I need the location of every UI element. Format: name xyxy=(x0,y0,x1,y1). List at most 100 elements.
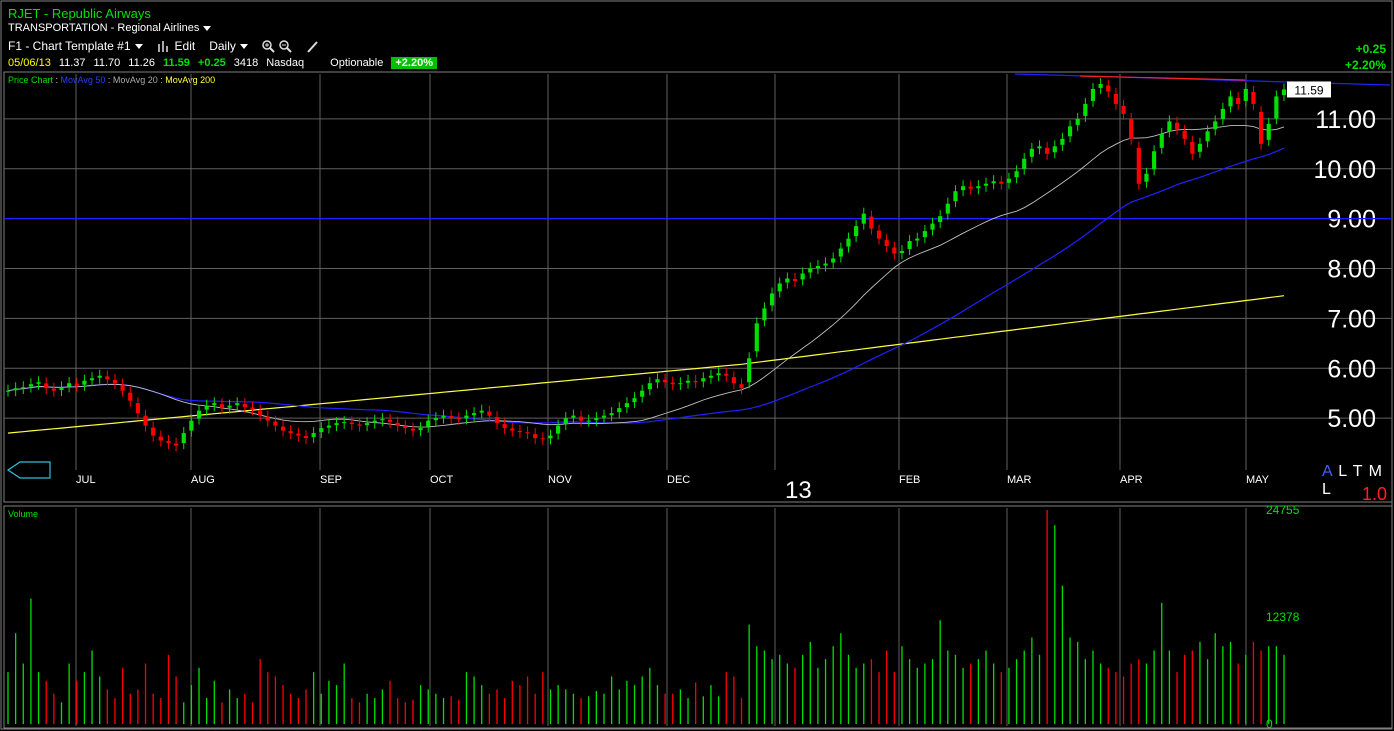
candle-body xyxy=(51,388,56,391)
candle-body xyxy=(441,415,446,418)
candle-body xyxy=(311,433,316,438)
candle-body xyxy=(533,434,538,439)
candle-body xyxy=(601,415,607,418)
candle-body xyxy=(1022,158,1027,169)
month-label: JUL xyxy=(76,474,96,486)
price-tick-label: 8.00 xyxy=(1327,256,1376,284)
candle-body xyxy=(571,415,576,418)
candle-body xyxy=(1129,118,1134,139)
candle-body xyxy=(869,216,874,229)
candle-body xyxy=(288,431,293,434)
candle-body xyxy=(510,428,515,431)
candle-body xyxy=(97,375,102,378)
candle-body xyxy=(433,418,438,421)
price-tick-label: 7.00 xyxy=(1327,305,1376,333)
candle-body xyxy=(747,358,752,383)
candle-body xyxy=(563,418,568,425)
candle-body xyxy=(235,403,240,406)
candle-body xyxy=(1236,97,1241,104)
candle-body xyxy=(647,383,652,390)
price-tick-label: 6.00 xyxy=(1327,355,1376,383)
candle-body xyxy=(1144,173,1149,182)
candle-body xyxy=(1281,89,1287,96)
candle-body xyxy=(739,384,744,389)
candle-body xyxy=(89,378,95,381)
candle-body xyxy=(5,390,11,392)
candle-body xyxy=(1228,96,1233,107)
volume-bars-group xyxy=(7,510,1285,724)
volume-tick-label: 12378 xyxy=(1266,610,1300,624)
candle-body xyxy=(120,384,125,391)
candle-body xyxy=(143,415,148,426)
candle-body xyxy=(525,432,530,434)
candle-body xyxy=(395,422,400,426)
candle-body xyxy=(1090,88,1096,101)
candle-body xyxy=(204,405,209,410)
candle-body xyxy=(449,416,454,419)
candle-body xyxy=(59,387,64,390)
ma50-line xyxy=(7,147,1285,424)
candle-body xyxy=(410,428,416,431)
candle-body xyxy=(762,308,767,321)
candle-body xyxy=(678,383,683,385)
candle-body xyxy=(838,248,843,257)
candle-body xyxy=(1037,146,1042,149)
candle-body xyxy=(1098,83,1103,88)
outer-border xyxy=(0,0,1393,730)
candle-body xyxy=(418,428,423,431)
candle-body xyxy=(808,268,813,273)
candles-group xyxy=(5,77,1287,452)
candle-body xyxy=(67,383,72,387)
candle-body xyxy=(953,191,958,202)
month-label: MAR xyxy=(1007,474,1032,486)
candle-body xyxy=(861,213,866,224)
scroll-left-icon[interactable] xyxy=(6,460,52,480)
ratio-value: 1.0 xyxy=(1362,484,1388,504)
candle-body xyxy=(105,376,110,380)
candle-body xyxy=(387,419,393,423)
month-label: FEB xyxy=(899,474,920,486)
price-volume-chart[interactable]: 5.00 6.00 7.00 8.00 9.00 10.00 11.00 JUL AUG SEP O… xyxy=(0,0,1394,731)
candle-body xyxy=(464,415,469,419)
candle-body xyxy=(769,293,775,306)
candle-body xyxy=(319,428,324,433)
candle-body xyxy=(1029,148,1034,157)
candle-body xyxy=(1006,178,1012,183)
altml-a: A xyxy=(1322,463,1333,480)
candle-body xyxy=(961,186,966,191)
candle-body xyxy=(938,216,943,223)
candle-body xyxy=(112,380,118,384)
candle-body xyxy=(609,413,614,416)
candle-body xyxy=(1121,105,1126,114)
candle-body xyxy=(785,278,790,283)
candle-body xyxy=(334,423,339,426)
price-tick-label: 9.00 xyxy=(1327,206,1376,234)
candle-body xyxy=(831,258,836,263)
candle-body xyxy=(365,423,370,426)
candle-body xyxy=(502,424,507,429)
candle-body xyxy=(74,383,79,386)
candle-body xyxy=(36,382,41,384)
candle-body xyxy=(586,420,591,422)
candle-body xyxy=(632,398,637,403)
candle-body xyxy=(915,238,920,241)
month-label: 13 xyxy=(785,477,812,504)
candle-body xyxy=(13,388,18,391)
candle-body xyxy=(166,441,171,444)
candle-body xyxy=(219,404,225,409)
candle-body xyxy=(792,278,798,281)
candle-body xyxy=(540,438,545,440)
candle-body xyxy=(1167,121,1172,132)
candle-body xyxy=(624,403,629,408)
candle-body xyxy=(21,387,26,389)
volume-panel-border xyxy=(3,505,1393,729)
candle-body xyxy=(349,422,354,425)
candle-body xyxy=(517,430,523,433)
candle-body xyxy=(1052,146,1057,153)
candle-body xyxy=(151,427,156,436)
candle-body xyxy=(82,380,87,385)
volume-tick-label: 24755 xyxy=(1266,503,1300,517)
candle-body xyxy=(899,251,905,254)
candle-body xyxy=(548,435,553,439)
candle-body xyxy=(907,241,912,250)
